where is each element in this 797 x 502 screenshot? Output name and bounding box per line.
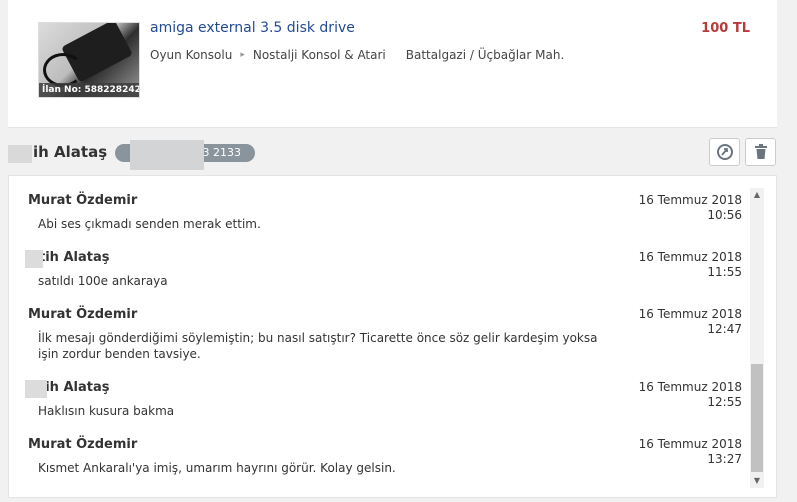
- message-author: tih Alataş: [25, 380, 742, 398]
- phone-number: 3 2133: [202, 146, 242, 159]
- listing-card: İlan No: 588228242 amiga external 3.5 di…: [8, 0, 777, 128]
- message-timestamp: 16 Temmuz 2018 11:55: [639, 250, 742, 280]
- message-timestamp: 16 Temmuz 2018 10:56: [639, 193, 742, 223]
- message-time: 12:55: [707, 395, 742, 409]
- contact-name: ih Alataş: [33, 143, 108, 161]
- category-label: Oyun Konsolu: [150, 48, 233, 62]
- message-scrollbar[interactable]: ▲ ▼: [750, 188, 764, 488]
- location-label: Battalgazi / Üçbağlar Mah.: [405, 48, 565, 62]
- message-date: 16 Temmuz 2018: [638, 307, 742, 321]
- archive-button[interactable]: [709, 138, 740, 166]
- message-time: 12:47: [707, 322, 742, 336]
- trash-icon: [754, 144, 767, 159]
- breadcrumb-chevron-icon: ▸: [240, 50, 245, 60]
- message-time: 11:55: [707, 265, 742, 279]
- scroll-thumb[interactable]: [751, 364, 763, 472]
- message-time: 13:27: [707, 452, 742, 466]
- delete-button[interactable]: [745, 138, 776, 166]
- message-item: Murat Özdemir Kısmet Ankaralı'ya imiş, u…: [28, 437, 742, 476]
- message-author: Murat Özdemir: [28, 307, 138, 322]
- redacted-name-mask: [25, 250, 43, 268]
- message-item: tih Alataş Haklısın kusura bakma 16 Temm…: [25, 380, 742, 419]
- message-timestamp: 16 Temmuz 2018 13:27: [639, 437, 742, 467]
- message-author: Murat Özdemir: [28, 193, 138, 208]
- redacted-name-mask: [25, 380, 47, 398]
- cable-image: [43, 53, 83, 87]
- redacted-phone-mask: [130, 140, 204, 170]
- message-text: Kısmet Ankaralı'ya imiş, umarım hayrını …: [38, 461, 396, 475]
- message-list[interactable]: Murat Özdemir Abi ses çıkmadı senden mer…: [8, 175, 777, 498]
- message-item: tih Alataş satıldı 100e ankaraya 16 Temm…: [25, 250, 742, 289]
- archive-icon: [716, 144, 733, 160]
- ilan-no-label: İlan No: 588228242: [39, 83, 139, 97]
- message-date: 16 Temmuz 2018: [638, 250, 742, 264]
- message-item: Murat Özdemir Abi ses çıkmadı senden mer…: [28, 193, 742, 232]
- message-time: 10:56: [707, 208, 742, 222]
- message-timestamp: 16 Temmuz 2018 12:55: [639, 380, 742, 410]
- message-date: 16 Temmuz 2018: [638, 380, 742, 394]
- message-text: satıldı 100e ankaraya: [38, 274, 168, 288]
- message-text: İlk mesajı gönderdiğimi söylemiştin; bu …: [38, 331, 598, 361]
- message-author: tih Alataş: [25, 250, 742, 268]
- listing-thumbnail[interactable]: İlan No: 588228242: [38, 22, 140, 98]
- message-text: Haklısın kusura bakma: [38, 404, 175, 418]
- message-timestamp: 16 Temmuz 2018 12:47: [639, 307, 742, 337]
- price-label: 100 TL: [701, 21, 750, 36]
- message-text: Abi ses çıkmadı senden merak ettim.: [38, 217, 261, 231]
- listing-meta: Oyun Konsolu ▸ Nostalji Konsol & Atari B…: [150, 48, 564, 62]
- scroll-up-arrow-icon[interactable]: ▲: [750, 188, 764, 202]
- message-author: Murat Özdemir: [28, 437, 138, 452]
- message-date: 16 Temmuz 2018: [638, 437, 742, 451]
- message-author-name: tih Alataş: [39, 250, 110, 265]
- listing-title[interactable]: amiga external 3.5 disk drive: [150, 20, 355, 36]
- scroll-down-arrow-icon[interactable]: ▼: [750, 474, 764, 488]
- redacted-name-mask: [8, 145, 32, 163]
- conversation-header: ih Alataş 3 2133: [8, 131, 777, 175]
- message-item: Murat Özdemir İlk mesajı gönderdiğimi sö…: [28, 307, 742, 362]
- subcategory-label: Nostalji Konsol & Atari: [252, 48, 386, 62]
- message-author-name: tih Alataş: [39, 380, 110, 395]
- message-date: 16 Temmuz 2018: [638, 193, 742, 207]
